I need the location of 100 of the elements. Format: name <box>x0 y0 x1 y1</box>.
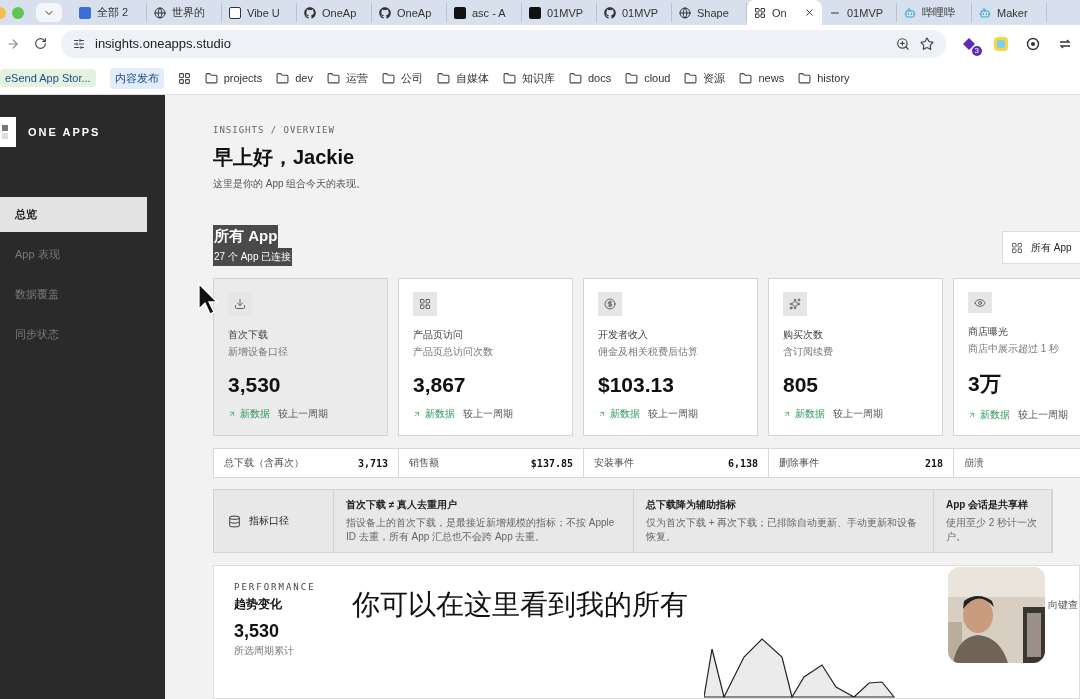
square-icon <box>229 6 241 19</box>
square-icon <box>454 6 466 19</box>
browser-tab[interactable]: 01MVP <box>597 3 672 22</box>
browser-tab[interactable]: 哔哩哔 <box>897 3 972 22</box>
performance-eyebrow: PERFORMANCE <box>234 582 317 592</box>
note-body: 指设备上的首次下载，是最接近新增规模的指标；不按 Apple ID 去重，所有 App 汇总也不会跨 App 去重。 <box>346 516 616 544</box>
note-title: 首次下载 ≠ 真人去重用户 <box>346 498 459 512</box>
trend-tag: 新数据 <box>240 407 270 421</box>
metric-title: 首次下载 <box>228 328 269 342</box>
github-icon <box>304 6 316 19</box>
browser-tab[interactable]: On <box>747 0 822 25</box>
bookmark-folder[interactable]: 自媒体 <box>436 70 489 86</box>
comparison-label: 较上一周期 <box>648 407 698 421</box>
browser-tab[interactable]: 01MVP <box>822 3 897 22</box>
browser-tab[interactable]: Maker <box>972 3 1047 22</box>
browser-tab[interactable]: asc - A <box>447 3 522 22</box>
forward-icon[interactable] <box>6 36 20 51</box>
video-caption: 你可以在这里看到我的所有 <box>352 588 688 622</box>
reload-icon[interactable] <box>34 37 47 50</box>
total-label: 崩溃 <box>964 456 984 470</box>
folder-icon <box>684 71 698 85</box>
metric-card[interactable]: 开发者收入 佣金及相关税费后估算 $103.13 新数据 较上一周期 <box>583 278 758 436</box>
bookmark-link[interactable]: 内容发布 <box>109 67 164 89</box>
total-value: 6,138 <box>727 457 758 469</box>
browser-tab[interactable]: OneAp <box>372 3 447 22</box>
trend-tag: 新数据 <box>795 407 825 421</box>
folder-icon <box>625 71 639 85</box>
zoom-icon[interactable] <box>896 36 910 51</box>
notes-label: 指标口径 <box>249 514 289 528</box>
section-title: 所有 App <box>213 225 279 248</box>
comparison-label: 较上一周期 <box>833 407 883 421</box>
close-icon[interactable] <box>804 7 815 18</box>
metric-card[interactable]: 首次下载 新增设备口径 3,530 新数据 较上一周期 <box>213 278 388 436</box>
metric-card[interactable]: 商店曝光 商店中展示超过 1 秒 3万 新数据 较上一周期 <box>953 278 1080 436</box>
download-icon <box>234 298 246 310</box>
metric-card[interactable]: 产品页访问 产品页总访问次数 3,867 新数据 较上一周期 <box>398 278 573 436</box>
folder-icon <box>798 71 812 85</box>
note-title: 总下载降为辅助指标 <box>646 498 737 512</box>
bookmark-folder[interactable]: 公司 <box>381 70 423 86</box>
comparison-label: 较上一周期 <box>278 407 328 421</box>
trend-up-icon <box>968 411 976 419</box>
metric-subtitle: 产品页总访问次数 <box>413 345 494 359</box>
metric-subtitle: 佣金及相关税费后估算 <box>598 345 699 359</box>
folder-icon <box>739 71 753 85</box>
folder-icon <box>276 71 290 85</box>
sparkle-icon <box>789 298 801 310</box>
folder-icon <box>326 71 340 85</box>
browser-tab[interactable]: 全部 2 <box>72 3 147 22</box>
bookmark-folder[interactable]: 运营 <box>326 70 368 86</box>
browser-tab[interactable]: 01MVP <box>522 3 597 22</box>
document-icon <box>79 6 91 19</box>
total-label: 删除事件 <box>779 456 819 470</box>
bookmark-link[interactable]: eSend App Stor... <box>0 69 96 87</box>
mouse-cursor-icon <box>198 283 220 317</box>
trend-tag: 新数据 <box>610 407 640 421</box>
bookmark-star-icon[interactable] <box>920 36 934 51</box>
bookmark-folder[interactable]: dev <box>276 71 313 85</box>
metric-value: 3,867 <box>413 373 467 397</box>
brand-name: ONE APPS <box>28 126 101 138</box>
metric-title: 开发者收入 <box>598 328 649 342</box>
performance-value: 3,530 <box>234 621 281 642</box>
apps-grid-icon[interactable] <box>177 71 191 85</box>
note-body: 使用至少 2 秒计一次户。 <box>946 516 1039 544</box>
browser-tab[interactable]: 世界的 <box>147 3 222 22</box>
page-subtitle: 这里是你的 App 组合今天的表现。 <box>213 177 368 191</box>
metric-card[interactable]: 购买次数 含订阅续费 805 新数据 较上一周期 <box>768 278 943 436</box>
metric-value: $103.13 <box>598 373 675 397</box>
address-bar[interactable]: insights.oneapps.studio <box>61 29 946 58</box>
bookmark-folder[interactable]: 知识库 <box>502 70 555 86</box>
metric-title: 产品页访问 <box>413 328 464 342</box>
bookmark-folder[interactable]: history <box>798 71 850 85</box>
bookmark-folder[interactable]: cloud <box>625 71 671 85</box>
greeting-heading: 早上好，Jackie <box>213 145 356 170</box>
performance-caption: 所选周期累计 <box>234 644 295 658</box>
section-subtitle: 27 个 App 已连接 <box>213 248 293 266</box>
globe-icon <box>679 6 691 19</box>
bookmark-folder[interactable]: projects <box>204 71 263 85</box>
github-icon <box>379 6 391 19</box>
database-icon <box>228 514 241 528</box>
metric-subtitle: 商店中展示超过 1 秒 <box>968 342 1061 356</box>
note-title: App 会话是共享样 <box>946 498 1030 512</box>
app-filter-button[interactable]: 所有 App <box>1002 231 1080 264</box>
site-settings-icon[interactable] <box>73 37 85 50</box>
breadcrumb: INSIGHTS / OVERVIEW <box>213 125 336 135</box>
bookmark-folder[interactable]: news <box>739 71 785 85</box>
folder-icon <box>381 71 395 85</box>
total-value: 218 <box>924 457 943 469</box>
square-icon <box>529 6 541 19</box>
trend-tag: 新数据 <box>425 407 455 421</box>
bookmark-folder[interactable]: 资源 <box>684 70 726 86</box>
keyboard-hint: 向键查 <box>1048 598 1078 612</box>
nav-item[interactable]: 总览 <box>0 197 147 232</box>
browser-tab[interactable]: Vibe U <box>222 3 297 22</box>
robot-icon <box>979 6 991 19</box>
metric-value: 3,530 <box>228 373 282 397</box>
bookmark-folder[interactable]: docs <box>568 71 612 85</box>
grid-icon <box>419 298 431 310</box>
folder-icon <box>502 71 516 85</box>
grid-icon <box>754 6 766 19</box>
browser-tab[interactable]: OneAp <box>297 3 372 22</box>
